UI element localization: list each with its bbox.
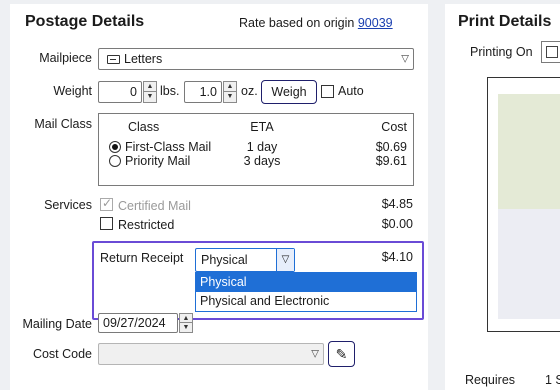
mailpiece-label: Mailpiece <box>39 51 92 65</box>
chevron-down-icon[interactable]: ▽ <box>276 249 294 271</box>
label-preview <box>487 77 560 332</box>
weight-label: Weight <box>53 84 92 98</box>
mail-class-table: Class ETA Cost First-Class Mail 1 day $0… <box>98 113 414 186</box>
postage-details-title: Postage Details <box>25 13 145 30</box>
envelope-icon <box>107 55 120 64</box>
return-receipt-select[interactable]: Physical ▽ <box>195 248 295 272</box>
restricted-checkbox[interactable] <box>100 217 113 230</box>
mailpiece-value: Letters <box>124 52 163 66</box>
chevron-down-icon: ▽ <box>401 53 409 65</box>
class-header: Class <box>128 120 160 134</box>
origin-zip-link[interactable]: 90039 <box>358 16 393 30</box>
weight-oz-spinner[interactable]: ▲ ▼ <box>223 81 237 103</box>
class-radio[interactable] <box>109 141 121 153</box>
weight-lbs-spinner[interactable]: ▲ ▼ <box>143 81 157 103</box>
spin-up-icon[interactable]: ▲ <box>224 82 236 92</box>
mailing-date-value: 09/27/2024 <box>103 316 166 330</box>
weight-lbs-input[interactable]: 0 <box>98 81 142 103</box>
oz-unit: oz. <box>241 84 258 98</box>
class-name: Priority Mail <box>125 154 191 168</box>
auto-checkbox[interactable] <box>321 85 334 98</box>
printing-on-select[interactable] <box>541 41 560 63</box>
dropdown-option[interactable]: Physical <box>196 273 416 292</box>
edit-cost-code-button[interactable]: ✎ <box>328 341 355 367</box>
weight-oz-value: 1.0 <box>199 85 217 99</box>
certified-mail-cost: $4.85 <box>381 197 413 211</box>
mailing-date-input[interactable]: 09/27/2024 <box>98 313 178 333</box>
class-name: First-Class Mail <box>125 140 212 154</box>
certified-mail-label: Certified Mail <box>118 199 191 213</box>
class-eta: 1 day <box>246 140 278 154</box>
return-receipt-cost: $4.10 <box>381 250 413 264</box>
restricted-cost: $0.00 <box>381 217 413 231</box>
preview-image-lower <box>498 209 560 319</box>
spin-up-icon[interactable]: ▲ <box>180 314 192 323</box>
class-cost: $0.69 <box>375 140 407 154</box>
auto-label: Auto <box>338 84 364 98</box>
class-cost: $9.61 <box>375 154 407 168</box>
rate-origin-label: Rate based on origin <box>239 16 355 30</box>
weight-lbs-value: 0 <box>130 85 137 99</box>
mail-class-row[interactable]: Priority Mail 3 days $9.61 <box>99 154 413 169</box>
return-receipt-label: Return Receipt <box>100 251 184 265</box>
spin-down-icon[interactable]: ▼ <box>224 92 236 102</box>
mail-class-label: Mail Class <box>34 117 92 131</box>
requires-value: 1 S <box>545 373 560 387</box>
print-details-title: Print Details <box>458 13 552 30</box>
preview-image <box>498 94 560 209</box>
pencil-icon: ✎ <box>335 346 348 362</box>
rate-origin-text: Rate based on origin 90039 <box>239 16 393 30</box>
spin-up-icon[interactable]: ▲ <box>144 82 156 92</box>
weight-oz-input[interactable]: 1.0 <box>184 81 222 103</box>
certified-mail-checkbox[interactable]: ✓ <box>100 196 113 211</box>
chevron-down-icon: ▽ <box>311 348 319 360</box>
class-radio[interactable] <box>109 155 121 167</box>
cost-code-select[interactable]: ▽ <box>98 343 324 365</box>
postage-details-panel: Postage Details Rate based on origin 900… <box>10 4 428 390</box>
cost-code-label: Cost Code <box>32 347 92 361</box>
spin-down-icon[interactable]: ▼ <box>144 92 156 102</box>
services-label: Services <box>44 198 92 212</box>
print-details-panel: Print Details Printing On Requires 1 S <box>445 4 560 390</box>
mailing-date-spinner[interactable]: ▲ ▼ <box>179 313 193 333</box>
mailpiece-select[interactable]: Letters ▽ <box>98 48 414 70</box>
class-eta: 3 days <box>243 154 281 168</box>
printing-on-label: Printing On <box>470 45 533 59</box>
mailing-date-label: Mailing Date <box>22 317 92 331</box>
weigh-button[interactable]: Weigh <box>261 80 317 104</box>
return-receipt-value: Physical <box>201 253 248 267</box>
printer-icon <box>546 46 558 58</box>
requires-label: Requires <box>465 373 516 387</box>
cost-header: Cost <box>381 120 407 134</box>
mail-class-row[interactable]: First-Class Mail 1 day $0.69 <box>99 140 413 155</box>
return-receipt-dropdown-list: Physical Physical and Electronic <box>195 272 417 312</box>
dropdown-option[interactable]: Physical and Electronic <box>196 292 416 311</box>
eta-header: ETA <box>250 120 274 134</box>
restricted-label: Restricted <box>118 218 175 232</box>
lbs-unit: lbs. <box>160 84 180 98</box>
spin-down-icon[interactable]: ▼ <box>180 323 192 332</box>
checkmark-icon: ✓ <box>102 196 113 210</box>
